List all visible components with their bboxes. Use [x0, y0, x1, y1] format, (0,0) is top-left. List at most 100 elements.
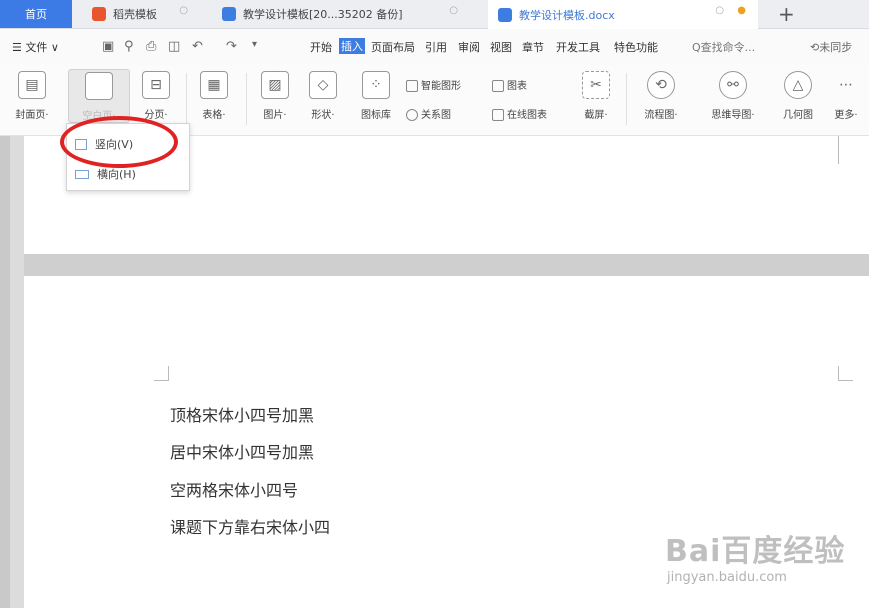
tab-label: 教学设计模板[20...35202 备份] — [243, 8, 403, 21]
close-icon[interactable]: ○ — [449, 5, 458, 16]
undo-icon[interactable]: ↶ — [192, 39, 203, 54]
scissors-icon: ✂ — [582, 71, 610, 99]
relation-chart-button[interactable]: 关系图 — [406, 106, 451, 121]
command-search[interactable]: Q查找命令... — [692, 39, 755, 55]
button-label: 流程图· — [644, 110, 678, 121]
divider — [186, 73, 187, 125]
button-label: 图片· — [263, 110, 287, 121]
tab-backup-document[interactable]: 教学设计模板[20...35202 备份] ○ — [212, 0, 474, 28]
chart-button[interactable]: 图表 — [492, 77, 527, 92]
button-label: 截屏· — [584, 110, 608, 121]
picture-button[interactable]: ▨ 图片· — [254, 71, 296, 121]
more-icon: ⋯ — [839, 77, 853, 93]
button-label: 更多· — [834, 110, 858, 121]
shape-button[interactable]: ◇ 形状· — [302, 71, 344, 121]
mindmap-button[interactable]: ⚯ 思维导图· — [700, 71, 766, 121]
unsaved-dot-icon: ● — [737, 5, 746, 16]
option-label: 横向(H) — [97, 168, 136, 181]
button-label: 思维导图· — [711, 110, 755, 121]
icon-library-icon: ⁘ — [362, 71, 390, 99]
flowchart-button[interactable]: ⟲ 流程图· — [634, 71, 688, 121]
close-icon[interactable]: ○ — [179, 5, 188, 16]
watermark-logo: Bai百度经验 — [665, 534, 846, 569]
smartart-icon — [406, 80, 418, 92]
button-label: 在线图表 — [507, 110, 547, 121]
tab-label: 教学设计模板.docx — [519, 8, 615, 22]
new-tab-button[interactable]: + — [778, 2, 795, 26]
word-doc-icon — [222, 7, 236, 21]
menu-developer[interactable]: 开发工具 — [556, 39, 600, 55]
geometry-icon: △ — [784, 71, 812, 99]
button-label: 几何图 — [783, 110, 813, 121]
icon-library-button[interactable]: ⁘ 图标库 — [354, 71, 398, 121]
table-button[interactable]: ▦ 表格· — [192, 71, 236, 121]
menu-start[interactable]: 开始 — [310, 39, 332, 55]
menu-view[interactable]: 视图 — [490, 39, 512, 55]
flowchart-icon: ⟲ — [647, 71, 675, 99]
menu-references[interactable]: 引用 — [425, 39, 447, 55]
button-label: 图表 — [507, 81, 527, 92]
geometry-button[interactable]: △ 几何图 — [774, 71, 822, 121]
vertical-ruler — [0, 136, 10, 608]
cover-page-icon: ▤ — [18, 71, 46, 99]
highlight-circle — [60, 116, 178, 168]
print-icon[interactable]: ⎙ — [146, 39, 156, 54]
tab-docer-templates[interactable]: 稻壳模板 ○ — [82, 0, 200, 28]
document-line[interactable]: 空两格宋体小四号 — [170, 477, 298, 501]
smartart-button[interactable]: 智能图形 — [406, 77, 461, 92]
button-label: 智能图形 — [421, 81, 461, 92]
redo-icon[interactable]: ↷ — [226, 39, 237, 54]
button-label: 形状· — [311, 110, 335, 121]
button-label: 关系图 — [421, 110, 451, 121]
document-line[interactable]: 课题下方靠右宋体小四 — [170, 514, 330, 538]
document-line[interactable]: 顶格宋体小四号加黑 — [170, 402, 314, 426]
more-button[interactable]: ⋯ 更多· — [826, 71, 866, 121]
online-chart-button[interactable]: 在线图表 — [492, 106, 547, 121]
margin-marker — [838, 366, 853, 381]
screenshot-button[interactable]: ✂ 截屏· — [576, 71, 616, 121]
watermark-url: jingyan.baidu.com — [667, 570, 787, 585]
margin-marker — [838, 136, 853, 164]
docer-icon — [92, 7, 106, 21]
menu-special[interactable]: 特色功能 — [614, 39, 658, 55]
menu-review[interactable]: 审阅 — [458, 39, 480, 55]
blank-page-icon — [85, 72, 113, 100]
relation-icon — [406, 109, 418, 121]
button-label: 封面页· — [15, 110, 49, 121]
page-gap — [24, 254, 869, 276]
blank-page-button[interactable]: 空白页· — [68, 69, 130, 123]
sync-status[interactable]: ⟲未同步 — [810, 39, 852, 55]
table-icon: ▦ — [200, 71, 228, 99]
button-label: 图标库 — [361, 110, 391, 121]
menu-insert[interactable]: 插入 — [339, 38, 365, 54]
menu-page-layout[interactable]: 页面布局 — [371, 39, 415, 55]
tab-label: 稻壳模板 — [113, 8, 157, 21]
tab-home-label: 首页 — [25, 8, 47, 21]
tab-bar: 首页 稻壳模板 ○ 教学设计模板[20...35202 备份] ○ 教学设计模板… — [0, 0, 869, 29]
picture-icon: ▨ — [261, 71, 289, 99]
button-label: 表格· — [202, 110, 226, 121]
word-doc-icon — [498, 7, 512, 22]
tab-home[interactable]: 首页 — [0, 0, 72, 28]
page-break-button[interactable]: ⊟ 分页· — [136, 71, 176, 121]
landscape-option[interactable]: 横向(H) — [75, 166, 136, 182]
tab-active-document[interactable]: 教学设计模板.docx ○ ● — [488, 0, 758, 29]
document-line[interactable]: 居中宋体小四号加黑 — [170, 439, 314, 463]
baidu-watermark: Bai百度经验 jingyan.baidu.com — [665, 512, 865, 602]
cloud-status-icon: ○ — [715, 5, 724, 16]
file-menu[interactable]: ☰ 文件 ∨ — [12, 39, 59, 55]
menu-chapter[interactable]: 章节 — [522, 39, 544, 55]
margin-marker — [154, 366, 169, 381]
online-chart-icon — [492, 109, 504, 121]
divider — [246, 73, 247, 125]
bar-chart-icon — [492, 80, 504, 92]
menu-bar: ☰ 文件 ∨ ▣ ⚲ ⎙ ◫ ↶ ↷ ▾ 开始 插入 页面布局 引用 审阅 视图… — [0, 29, 869, 65]
customize-icon[interactable]: ▾ — [252, 39, 257, 50]
landscape-icon — [75, 169, 89, 179]
print-preview-icon[interactable]: ◫ — [168, 39, 180, 54]
page-break-icon: ⊟ — [142, 71, 170, 99]
save-icon[interactable]: ▣ — [102, 39, 114, 54]
export-pdf-icon[interactable]: ⚲ — [124, 39, 134, 54]
divider — [626, 73, 627, 125]
cover-page-button[interactable]: ▤ 封面页· — [6, 71, 58, 121]
